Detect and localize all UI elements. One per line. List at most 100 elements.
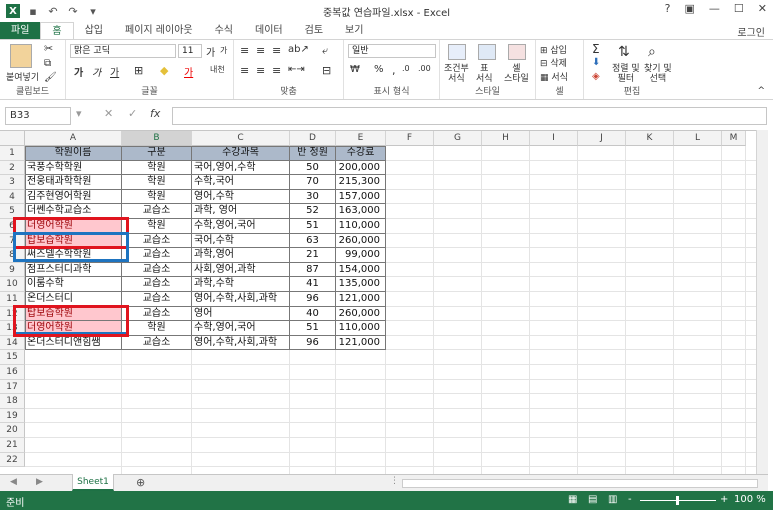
- table-cell[interactable]: 51: [290, 321, 335, 336]
- table-header-cell[interactable]: 구분: [122, 146, 191, 161]
- table-cell[interactable]: 온더스터디앤힘쌤: [25, 336, 121, 351]
- table-cell[interactable]: 영어,수학: [192, 190, 289, 205]
- row-header[interactable]: 9: [0, 262, 25, 278]
- table-cell[interactable]: 110,000: [336, 219, 385, 234]
- customize-qat-icon[interactable]: ▾: [86, 4, 100, 18]
- tab-4[interactable]: 수식: [204, 22, 244, 39]
- help-icon[interactable]: ?: [665, 2, 671, 15]
- table-cell[interactable]: 135,000: [336, 277, 385, 292]
- worksheet-grid[interactable]: A B C D E F G H I J K L M 1 2 3 4 5 6 7 8 9 10 11 12 13 14 15 16 17 18…: [0, 130, 768, 474]
- find-select-button[interactable]: 찾기 및 선택: [644, 64, 672, 84]
- column-header-D[interactable]: D: [290, 131, 336, 146]
- table-cell[interactable]: 국풍수학학원: [25, 161, 121, 176]
- bold-button[interactable]: 가: [74, 64, 83, 79]
- page-break-view-icon[interactable]: ▥: [608, 494, 617, 505]
- redo-icon[interactable]: ↷: [66, 4, 80, 18]
- table-cell[interactable]: 학원: [122, 219, 191, 234]
- minimize-icon[interactable]: —: [709, 2, 720, 15]
- tab-0[interactable]: 파일: [0, 22, 41, 39]
- conditional-format-button[interactable]: 조건부 서식: [444, 64, 469, 84]
- horizontal-scrollbar[interactable]: [402, 479, 758, 488]
- row-header[interactable]: 12: [0, 306, 25, 322]
- scroll-sheets-right-icon[interactable]: ▶: [36, 477, 43, 487]
- table-cell[interactable]: 온더스터디: [25, 292, 121, 307]
- table-cell[interactable]: 수학,국어: [192, 175, 289, 190]
- maximize-icon[interactable]: ☐: [734, 2, 744, 15]
- table-cell[interactable]: 70: [290, 175, 335, 190]
- zoom-out-button[interactable]: -: [628, 494, 632, 505]
- format-as-table-icon[interactable]: [478, 44, 496, 60]
- font-size-select[interactable]: 11: [178, 44, 202, 58]
- column-header-L[interactable]: L: [674, 131, 722, 146]
- align-right-icon[interactable]: ≡: [272, 64, 281, 77]
- table-cell[interactable]: 교습소: [122, 292, 191, 307]
- table-cell[interactable]: 96: [290, 292, 335, 307]
- table-cell[interactable]: 학원: [122, 175, 191, 190]
- row-header[interactable]: 11: [0, 292, 25, 307]
- column-header-H[interactable]: H: [482, 131, 530, 146]
- table-cell[interactable]: 탑보습학원: [25, 233, 121, 249]
- row-header[interactable]: 5: [0, 204, 25, 219]
- collapse-ribbon-icon[interactable]: ^: [757, 86, 765, 96]
- increase-decimal-icon[interactable]: .0: [402, 64, 410, 73]
- phonetic-icon[interactable]: 내천: [210, 64, 225, 75]
- wrap-text-icon[interactable]: ⤶: [322, 44, 328, 58]
- fill-icon[interactable]: ⬇: [592, 57, 600, 68]
- table-cell[interactable]: 200,000: [336, 161, 385, 176]
- table-cell[interactable]: 영어: [192, 307, 289, 322]
- table-cell[interactable]: 더영어학원: [25, 219, 121, 234]
- column-header-G[interactable]: G: [434, 131, 482, 146]
- page-layout-view-icon[interactable]: ▤: [588, 494, 597, 505]
- tab-1[interactable]: 홈: [40, 22, 74, 39]
- sort-filter-icon[interactable]: ⇅: [618, 44, 630, 60]
- table-header-cell[interactable]: 수강과목: [192, 146, 289, 161]
- table-cell[interactable]: 써즈델수학학원: [25, 248, 121, 263]
- cell-styles-icon[interactable]: [508, 44, 526, 60]
- table-cell[interactable]: 121,000: [336, 336, 385, 351]
- table-cell[interactable]: 국어,영어,수학: [192, 161, 289, 176]
- zoom-in-button[interactable]: +: [720, 494, 728, 505]
- table-cell[interactable]: 수학,영어,국어: [192, 219, 289, 234]
- table-cell[interactable]: 점프스터디과학: [25, 263, 121, 278]
- formula-input[interactable]: [172, 107, 767, 125]
- format-painter-icon[interactable]: 🖌: [44, 72, 57, 83]
- font-name-select[interactable]: 맑은 고딕: [70, 44, 176, 58]
- row-header[interactable]: 4: [0, 189, 25, 205]
- column-header-E[interactable]: E: [336, 131, 386, 146]
- table-cell[interactable]: 전웅태과학학원: [25, 175, 121, 190]
- row-header[interactable]: 13: [0, 321, 25, 336]
- table-cell[interactable]: 사회,영어,과학: [192, 263, 289, 278]
- align-left-icon[interactable]: ≡: [240, 64, 249, 77]
- table-cell[interactable]: 121,000: [336, 292, 385, 307]
- row-header[interactable]: 15: [0, 350, 25, 365]
- tab-6[interactable]: 검토: [294, 22, 334, 39]
- insert-function-icon[interactable]: fx: [150, 107, 160, 120]
- table-cell[interactable]: 51: [290, 219, 335, 234]
- table-cell[interactable]: 탑보습학원: [25, 306, 121, 322]
- vertical-scrollbar[interactable]: [756, 130, 768, 474]
- cell-styles-button[interactable]: 셀 스타일: [504, 64, 529, 84]
- table-cell[interactable]: 학원: [122, 190, 191, 205]
- table-cell[interactable]: 더영어학원: [25, 321, 121, 336]
- row-header[interactable]: 7: [0, 233, 25, 249]
- row-header[interactable]: 3: [0, 175, 25, 190]
- cut-icon[interactable]: ✂: [44, 42, 53, 55]
- autosum-icon[interactable]: Σ: [592, 42, 600, 56]
- borders-icon[interactable]: ⊞: [134, 64, 143, 77]
- table-cell[interactable]: 영어,수학,사회,과학: [192, 292, 289, 307]
- grow-font-icon[interactable]: 가: [206, 44, 215, 59]
- table-cell[interactable]: 이룸수학: [25, 277, 121, 292]
- table-cell[interactable]: 41: [290, 277, 335, 292]
- table-cell[interactable]: 교습소: [122, 263, 191, 278]
- column-header-I[interactable]: I: [530, 131, 578, 146]
- table-cell[interactable]: 국어,수학: [192, 234, 289, 249]
- align-middle-icon[interactable]: ≡: [256, 44, 265, 57]
- row-header[interactable]: 8: [0, 248, 25, 263]
- table-cell[interactable]: 교습소: [122, 234, 191, 249]
- align-bottom-icon[interactable]: ≡: [272, 44, 281, 57]
- column-header-K[interactable]: K: [626, 131, 674, 146]
- row-header[interactable]: 1: [0, 146, 25, 161]
- split-icon[interactable]: ⋮: [390, 476, 399, 486]
- table-cell[interactable]: 과학,영어: [192, 248, 289, 263]
- save-icon[interactable]: ▪: [26, 4, 40, 18]
